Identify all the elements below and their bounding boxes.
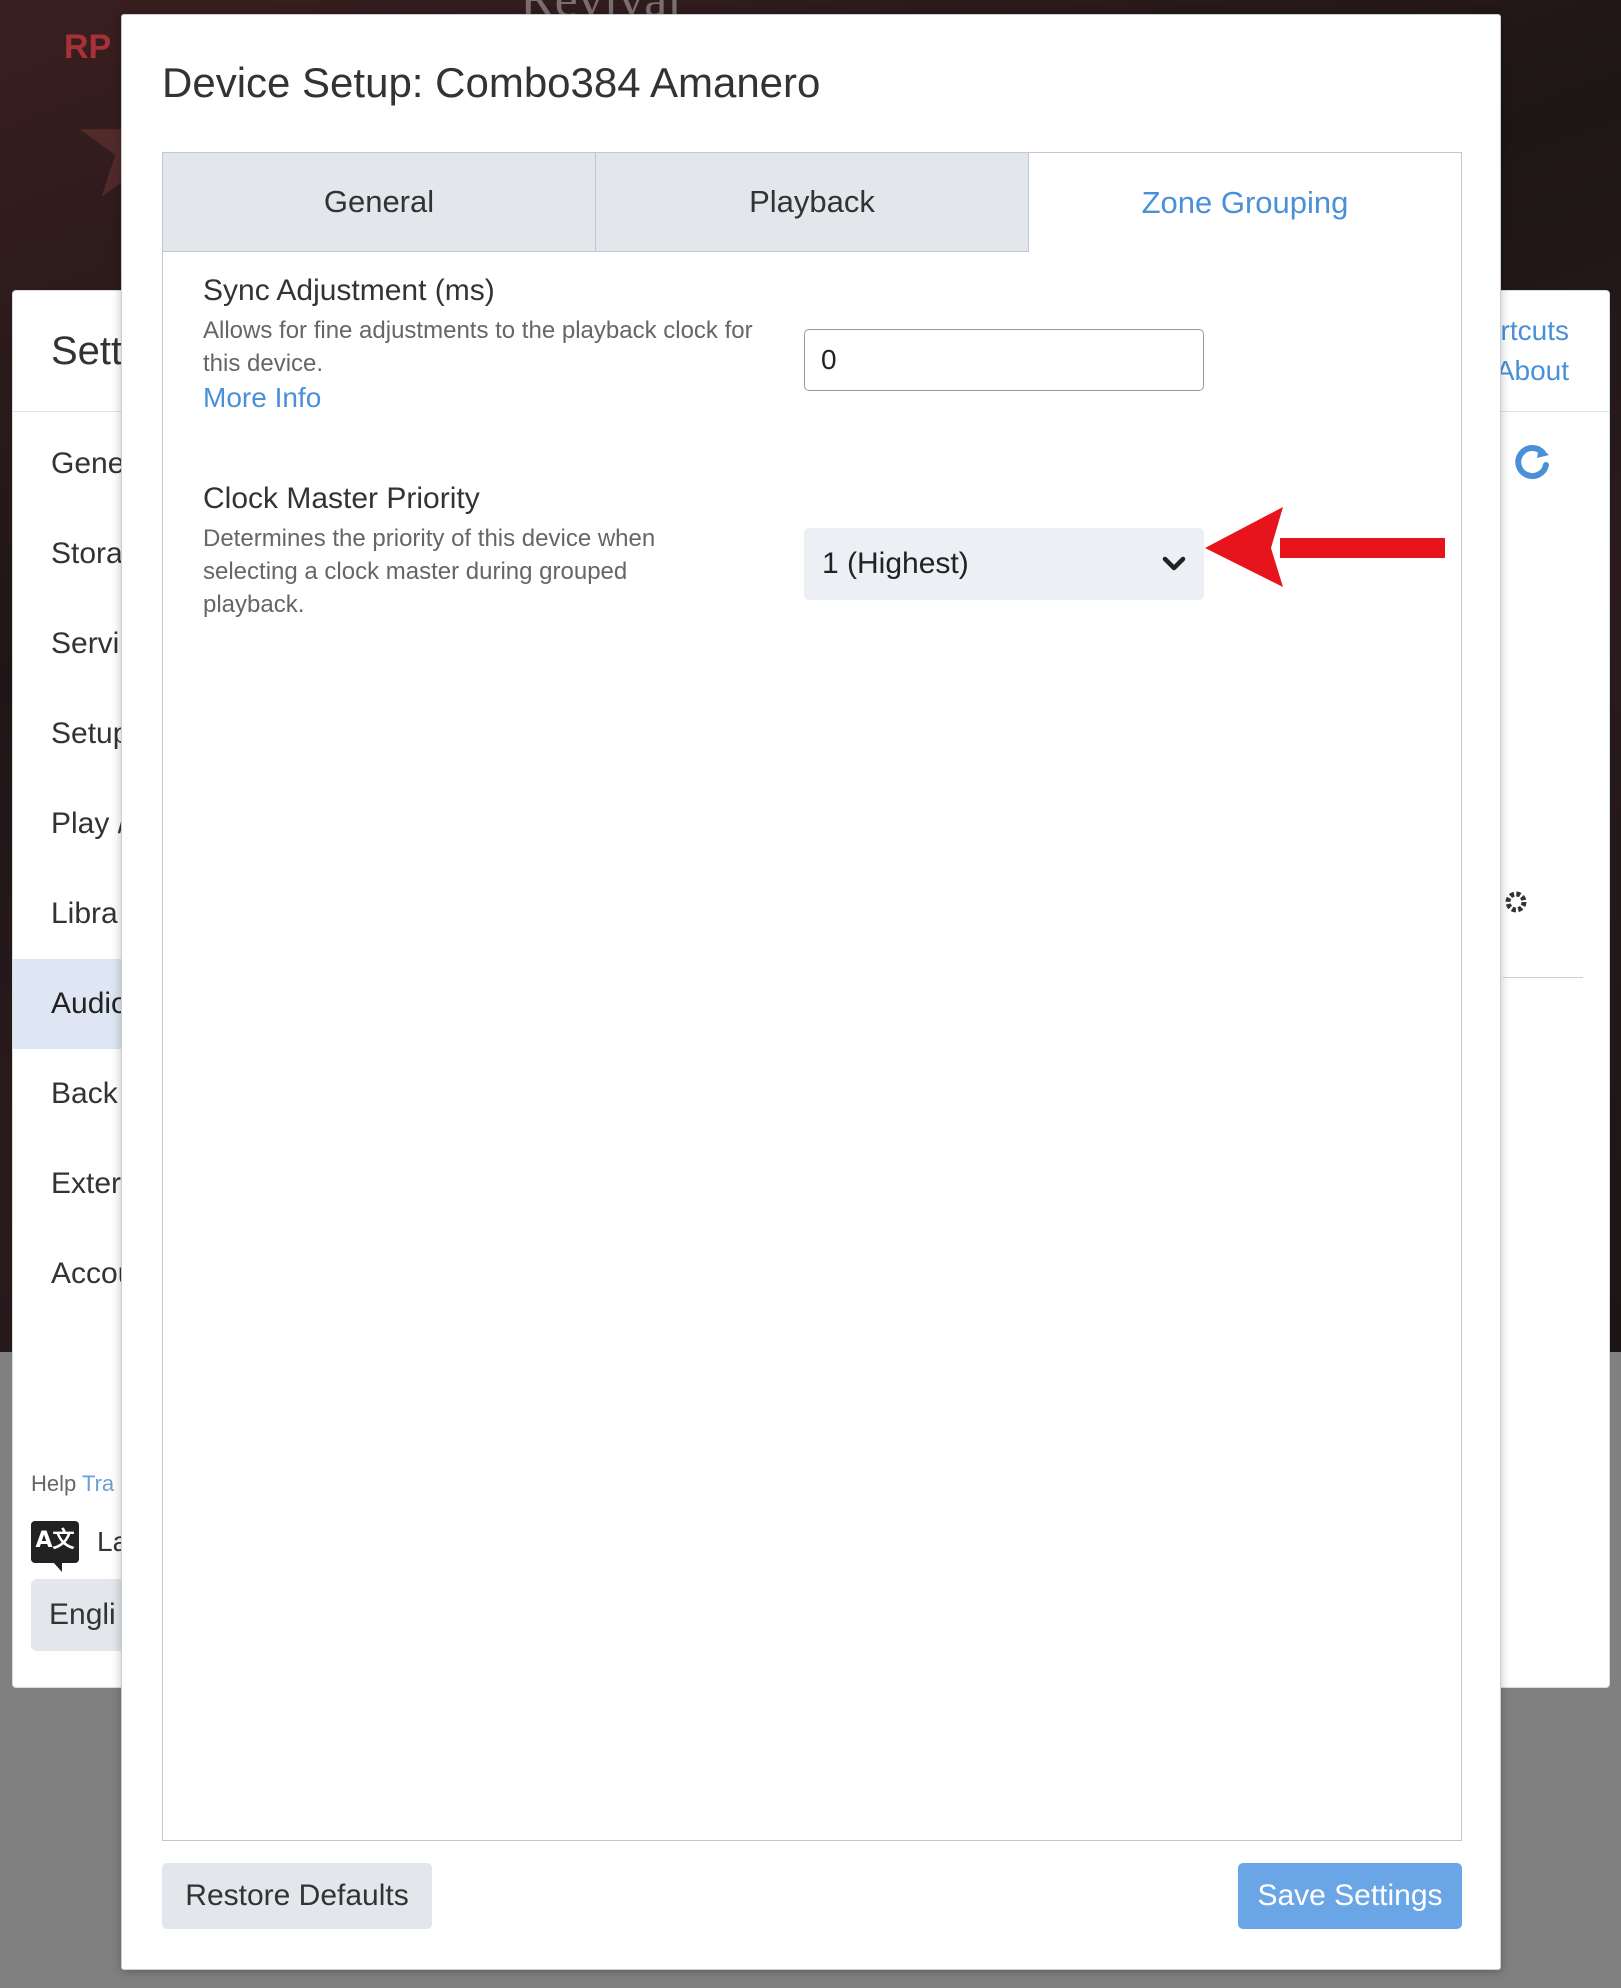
restore-defaults-button[interactable]: Restore Defaults	[162, 1863, 432, 1929]
help-link[interactable]: Tra	[82, 1471, 114, 1496]
red-arrow-icon	[1205, 507, 1445, 587]
sync-adjustment-label: Sync Adjustment (ms)	[203, 274, 495, 307]
chevron-down-icon	[1162, 556, 1186, 571]
shortcuts-link[interactable]: rtcuts	[1496, 311, 1569, 351]
gear-icon[interactable]	[1503, 889, 1529, 915]
zone-grouping-panel: Sync Adjustment (ms) Allows for fine adj…	[162, 252, 1462, 1841]
language-row: A文 La	[31, 1521, 128, 1572]
sync-adjustment-input[interactable]	[804, 329, 1204, 391]
settings-title: Sett	[51, 329, 123, 373]
clock-master-priority-select[interactable]: 1 (Highest)	[804, 528, 1204, 600]
more-info-link[interactable]: More Info	[203, 382, 321, 414]
clock-master-priority-label: Clock Master Priority	[203, 482, 480, 515]
settings-right-divider	[1503, 977, 1583, 978]
help-line: Help Tra	[31, 1471, 114, 1497]
clock-master-priority-description: Determines the priority of this device w…	[203, 525, 656, 618]
screen: Revival RP ★ Sett Gene Stora Servi Setup…	[0, 0, 1621, 1988]
tab-general[interactable]: General	[162, 152, 596, 252]
modal-title: Device Setup: Combo384 Amanero	[162, 59, 821, 106]
device-setup-modal: Device Setup: Combo384 Amanero General P…	[121, 14, 1501, 1970]
save-settings-button[interactable]: Save Settings	[1238, 1863, 1462, 1929]
tab-bar: General Playback Zone Grouping	[162, 152, 1462, 253]
help-prefix: Help	[31, 1471, 77, 1496]
settings-right-links: rtcuts About	[1496, 311, 1569, 391]
tab-playback[interactable]: Playback	[596, 152, 1029, 252]
about-link[interactable]: About	[1496, 351, 1569, 391]
sync-adjustment-description: Allows for fine adjustments to the playb…	[203, 317, 753, 377]
clock-master-priority-value: 1 (Highest)	[822, 547, 969, 580]
refresh-icon[interactable]	[1513, 443, 1553, 483]
language-icon: A文	[31, 1521, 79, 1572]
tab-zone-grouping[interactable]: Zone Grouping	[1029, 152, 1462, 253]
